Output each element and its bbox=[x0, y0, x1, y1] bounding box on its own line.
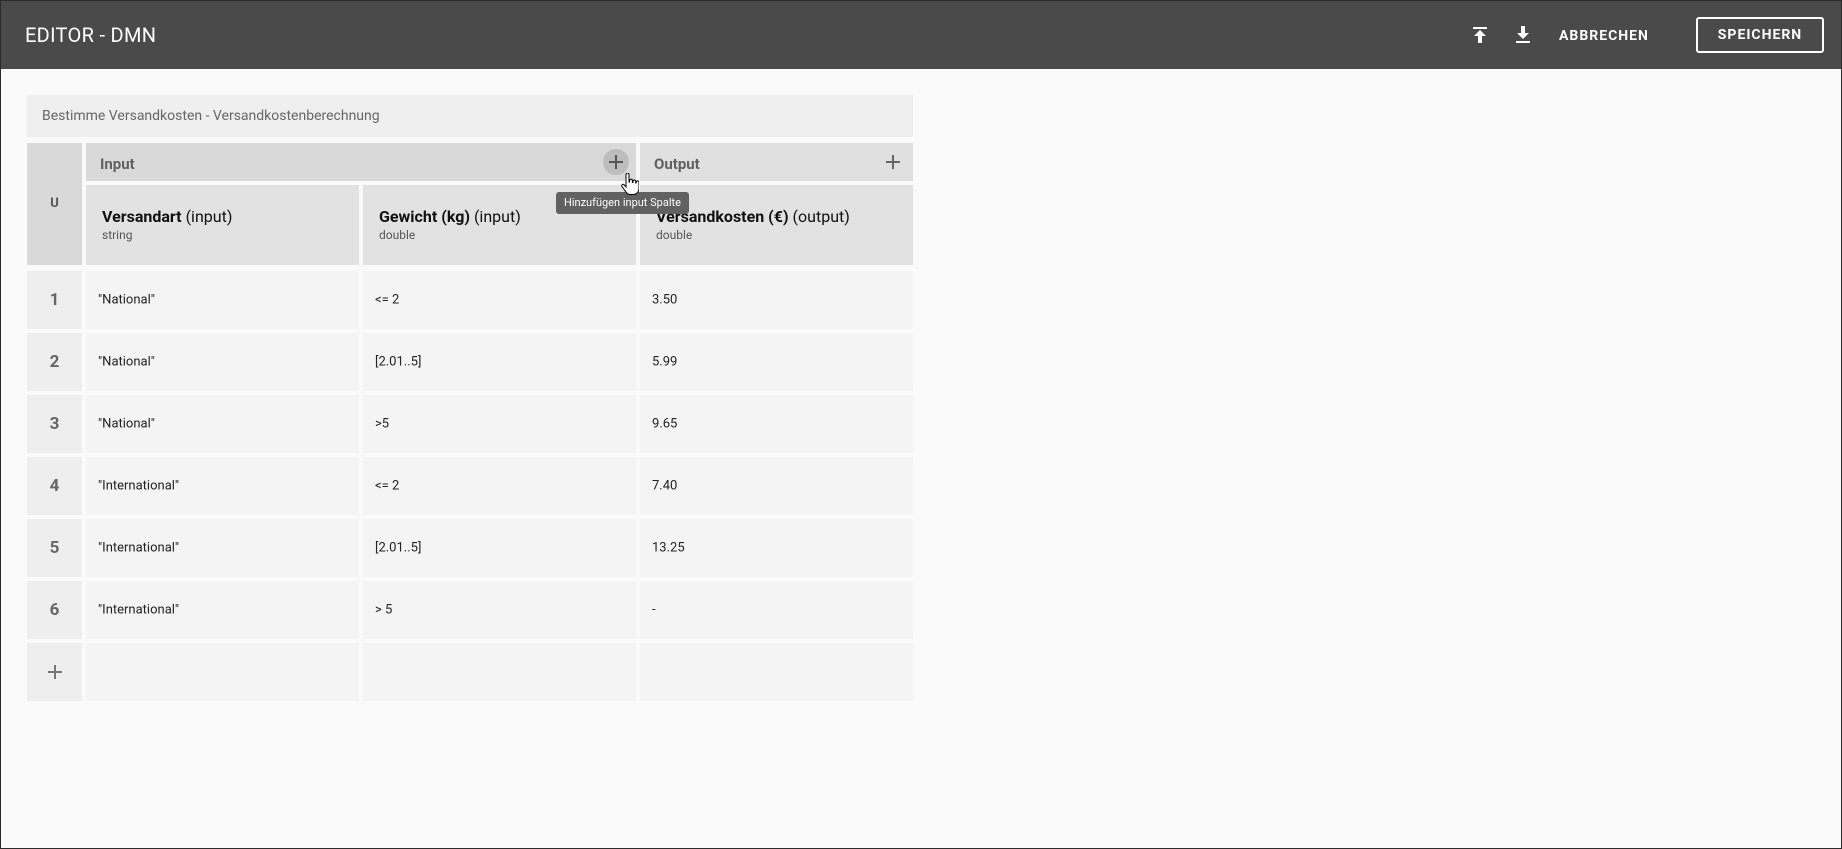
empty-cell bbox=[86, 643, 359, 701]
cell-value: "National" bbox=[98, 292, 155, 308]
output-section-label: Output bbox=[654, 155, 700, 173]
cell-value: "International" bbox=[98, 540, 180, 556]
input-section-header: Input bbox=[86, 143, 636, 181]
rule-cell-gewicht[interactable]: [2.01..5] bbox=[363, 519, 636, 577]
add-input-column-button[interactable] bbox=[603, 149, 629, 175]
rule-cell-versandkosten[interactable]: 7.40 bbox=[640, 457, 913, 515]
editor-window: EDITOR - DMN ABBRECHEN SPEICHERN Bestimm… bbox=[0, 0, 1842, 849]
rule-cell-versandart[interactable]: "International" bbox=[86, 457, 359, 515]
rule-number-label: 3 bbox=[49, 414, 60, 434]
cell-value: "International" bbox=[98, 602, 180, 618]
column-type: double bbox=[656, 228, 693, 242]
rule-number-label: 6 bbox=[49, 600, 60, 620]
rule-number[interactable]: 1 bbox=[27, 271, 82, 329]
rule-number[interactable]: 6 bbox=[27, 581, 82, 639]
cell-value: [2.01..5] bbox=[375, 540, 422, 556]
rule-cell-gewicht[interactable]: <= 2 bbox=[363, 457, 636, 515]
cell-value: 5.99 bbox=[652, 354, 678, 370]
cell-value: 7.40 bbox=[652, 478, 678, 494]
save-button[interactable]: SPEICHERN bbox=[1696, 17, 1824, 53]
rule-cell-gewicht[interactable]: >5 bbox=[363, 395, 636, 453]
empty-cell bbox=[363, 643, 636, 701]
cancel-button[interactable]: ABBRECHEN bbox=[1559, 24, 1649, 48]
output-section-header: Output bbox=[640, 143, 913, 181]
rule-cell-gewicht[interactable]: <= 2 bbox=[363, 271, 636, 329]
column-type: double bbox=[379, 228, 416, 242]
hand-cursor-icon bbox=[621, 172, 640, 199]
top-bar: EDITOR - DMN ABBRECHEN SPEICHERN bbox=[1, 1, 1841, 69]
rule-number[interactable]: 3 bbox=[27, 395, 82, 453]
rule-cell-gewicht[interactable]: > 5 bbox=[363, 581, 636, 639]
cell-value: [2.01..5] bbox=[375, 354, 422, 370]
add-rule-button[interactable] bbox=[27, 643, 82, 701]
cell-value: 13.25 bbox=[652, 540, 685, 556]
column-type: string bbox=[102, 228, 133, 242]
cell-value: <= 2 bbox=[375, 478, 400, 494]
empty-cell bbox=[640, 643, 913, 701]
rule-cell-versandart[interactable]: "International" bbox=[86, 581, 359, 639]
cell-value: <= 2 bbox=[375, 292, 400, 308]
plus-icon bbox=[886, 155, 900, 169]
rule-cell-versandart[interactable]: "International" bbox=[86, 519, 359, 577]
cell-value: > 5 bbox=[375, 602, 393, 618]
input-section-label: Input bbox=[100, 155, 135, 173]
rule-cell-versandkosten[interactable]: 3.50 bbox=[640, 271, 913, 329]
rule-cell-gewicht[interactable]: [2.01..5] bbox=[363, 333, 636, 391]
plus-icon bbox=[48, 665, 62, 679]
download-icon[interactable] bbox=[1511, 23, 1535, 47]
cell-value: >5 bbox=[375, 416, 390, 432]
hit-policy-cell[interactable]: U bbox=[27, 143, 82, 265]
rule-cell-versandkosten[interactable]: 9.65 bbox=[640, 395, 913, 453]
column-name: Gewicht (kg) (input) bbox=[379, 207, 521, 226]
column-header-versandart[interactable]: Versandart (input) string bbox=[86, 185, 359, 265]
cell-value: - bbox=[652, 602, 656, 618]
add-output-column-button[interactable] bbox=[880, 149, 906, 175]
rule-number[interactable]: 4 bbox=[27, 457, 82, 515]
cell-value: "National" bbox=[98, 416, 155, 432]
rule-number-label: 1 bbox=[49, 290, 60, 310]
decision-table-title[interactable]: Bestimme Versandkosten - Versandkostenbe… bbox=[27, 95, 913, 137]
rule-cell-versandkosten[interactable]: - bbox=[640, 581, 913, 639]
rule-number[interactable]: 2 bbox=[27, 333, 82, 391]
rule-cell-versandart[interactable]: "National" bbox=[86, 333, 359, 391]
cell-value: "International" bbox=[98, 478, 180, 494]
rule-cell-versandart[interactable]: "National" bbox=[86, 271, 359, 329]
rule-cell-versandkosten[interactable]: 5.99 bbox=[640, 333, 913, 391]
page-title: EDITOR - DMN bbox=[25, 23, 157, 47]
hit-policy-label: U bbox=[50, 196, 59, 211]
cell-value: 9.65 bbox=[652, 416, 678, 432]
upload-icon[interactable] bbox=[1468, 23, 1492, 47]
column-name: Versandart (input) bbox=[102, 207, 233, 226]
plus-icon bbox=[609, 155, 623, 169]
rule-number-label: 5 bbox=[49, 538, 60, 558]
cell-value: "National" bbox=[98, 354, 155, 370]
rule-cell-versandart[interactable]: "National" bbox=[86, 395, 359, 453]
rule-number-label: 2 bbox=[49, 352, 60, 372]
rule-cell-versandkosten[interactable]: 13.25 bbox=[640, 519, 913, 577]
rule-number[interactable]: 5 bbox=[27, 519, 82, 577]
rule-number-label: 4 bbox=[49, 476, 60, 496]
cell-value: 3.50 bbox=[652, 292, 678, 308]
